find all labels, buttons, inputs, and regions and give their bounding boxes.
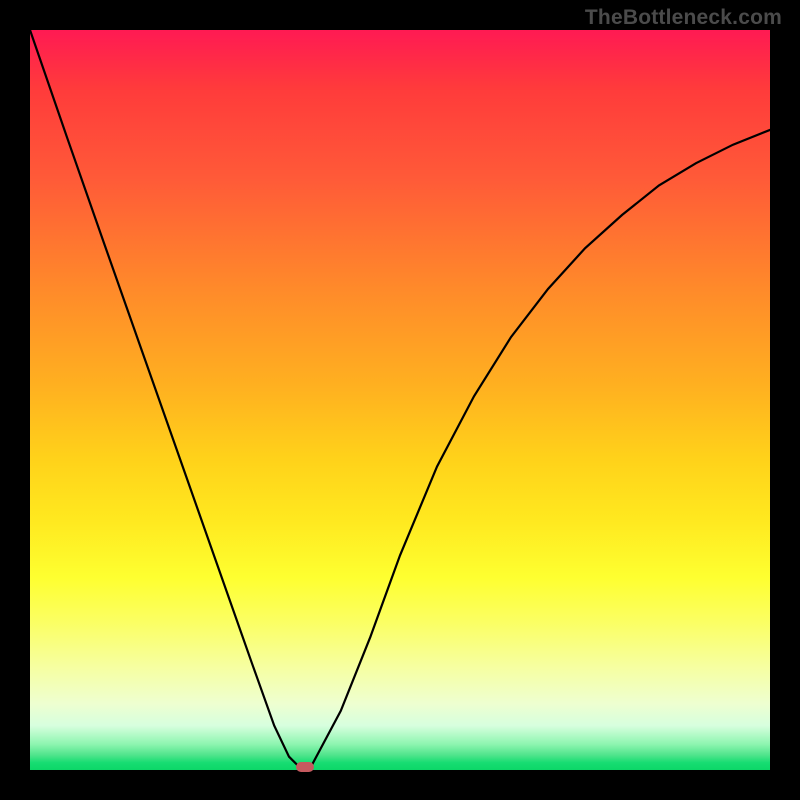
chart-frame: TheBottleneck.com bbox=[0, 0, 800, 800]
curve-right-branch bbox=[311, 130, 770, 766]
curve-svg bbox=[30, 30, 770, 770]
curve-left-branch bbox=[30, 30, 300, 768]
plot-area bbox=[30, 30, 770, 770]
watermark-text: TheBottleneck.com bbox=[585, 6, 782, 30]
vertex-marker bbox=[296, 762, 314, 772]
